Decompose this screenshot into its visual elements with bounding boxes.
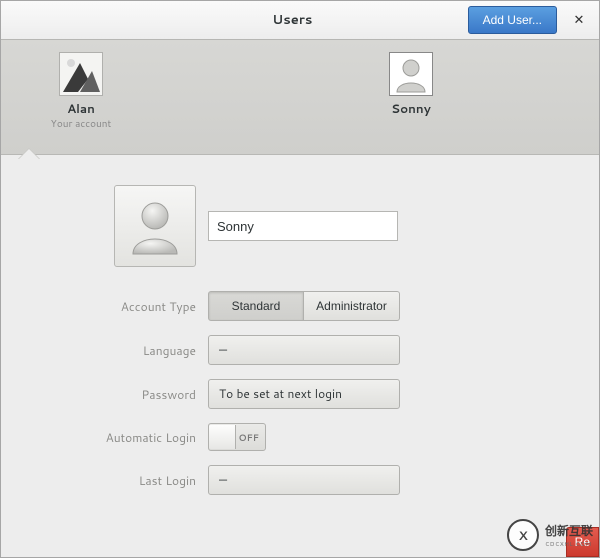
avatar-sonny: [389, 52, 433, 96]
label-language: Language: [51, 342, 208, 359]
avatar-alan: [59, 52, 103, 96]
add-user-button[interactable]: Add User...: [468, 6, 557, 34]
avatar-large-button[interactable]: [114, 185, 196, 267]
user-name-label: Sonny: [391, 100, 431, 117]
row-account-type: Account Type Standard Administrator: [51, 291, 549, 321]
switch-state-label: OFF: [238, 431, 259, 444]
account-type-administrator[interactable]: Administrator: [304, 291, 400, 321]
users-settings-window: Users Add User... ✕ Alan Your account: [0, 0, 600, 558]
close-button[interactable]: ✕: [565, 6, 593, 34]
automatic-login-switch[interactable]: OFF: [208, 423, 549, 451]
user-list-strip: Alan Your account Sonny: [1, 40, 599, 155]
account-type-standard[interactable]: Standard: [208, 291, 304, 321]
full-name-input[interactable]: [208, 211, 398, 241]
watermark-text: 创新互联: [545, 522, 593, 539]
label-last-login: Last Login: [51, 472, 208, 489]
row-automatic-login: Automatic Login OFF: [51, 423, 549, 451]
window-title: Users: [117, 11, 468, 29]
watermark-badge: X: [507, 519, 539, 551]
language-button[interactable]: —: [208, 335, 400, 365]
row-name: [51, 185, 549, 267]
row-language: Language —: [51, 335, 549, 365]
label-password: Password: [51, 386, 208, 403]
user-tile-alan[interactable]: Alan Your account: [41, 52, 121, 131]
avatar-generic-icon: [125, 196, 185, 256]
watermark-sub: CDCXHL.COM: [545, 539, 593, 548]
close-icon: ✕: [574, 11, 585, 29]
switch-knob: [209, 425, 236, 449]
avatar-generic-icon: [391, 54, 431, 94]
last-login-button[interactable]: —: [208, 465, 400, 495]
watermark: X 创新互联 CDCXHL.COM: [507, 519, 593, 551]
user-name-label: Alan: [67, 100, 95, 117]
titlebar: Users Add User... ✕: [1, 1, 599, 40]
password-button[interactable]: To be set at next login: [208, 379, 400, 409]
row-password: Password To be set at next login: [51, 379, 549, 409]
avatar-photo-icon: [60, 53, 102, 95]
label-automatic-login: Automatic Login: [51, 429, 208, 446]
user-subtitle-label: Your account: [51, 117, 112, 131]
account-type-segmented: Standard Administrator: [208, 291, 549, 321]
row-last-login: Last Login —: [51, 465, 549, 495]
label-account-type: Account Type: [51, 298, 208, 315]
user-detail-panel: Account Type Standard Administrator Lang…: [1, 155, 599, 529]
user-tile-sonny[interactable]: Sonny: [371, 52, 451, 117]
